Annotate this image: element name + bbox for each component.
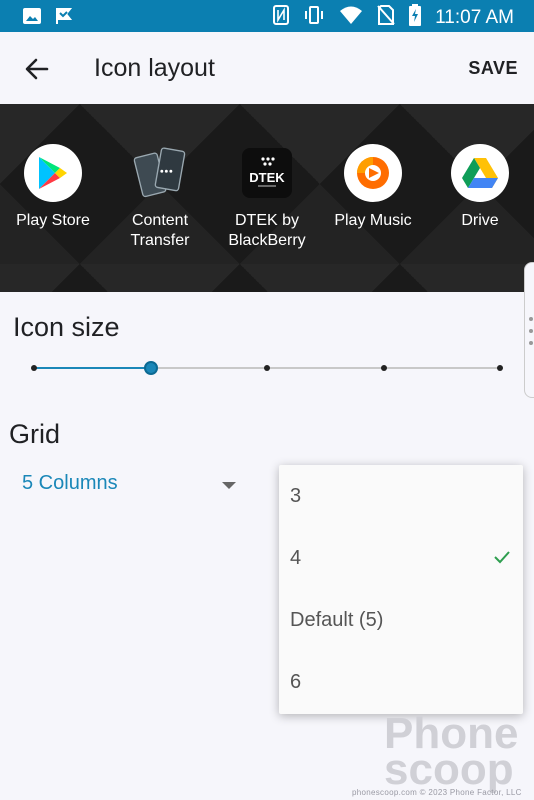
app-drive: Drive bbox=[425, 144, 534, 231]
grid-option-label: Default (5) bbox=[290, 608, 384, 631]
app-label: Content Transfer bbox=[130, 212, 190, 249]
arrow-back-icon bbox=[25, 58, 49, 80]
icon-preview: Play Store Content Transfer DTEK DTEK by… bbox=[0, 104, 534, 292]
wifi-icon bbox=[339, 5, 363, 30]
grid-selected-value: 5 Columns bbox=[22, 472, 118, 494]
grid-option-label: 3 bbox=[290, 484, 302, 507]
slider-step-tick[interactable] bbox=[31, 365, 37, 371]
grid-option-6[interactable]: 6 bbox=[279, 651, 523, 713]
back-button[interactable] bbox=[22, 54, 52, 84]
app-content-transfer: Content Transfer bbox=[105, 144, 215, 251]
watermark-footer: phonescoop.com © 2023 Phone Factor, LLC bbox=[352, 788, 522, 797]
app-label: DTEK by BlackBerry bbox=[228, 212, 306, 249]
status-bar: 11:07 AM bbox=[0, 0, 534, 32]
check-icon bbox=[494, 551, 510, 564]
watermark-copyright: © 2023 Phone Factor, LLC bbox=[419, 788, 522, 797]
battery-charging-icon bbox=[409, 4, 422, 31]
nfc-icon bbox=[273, 5, 290, 30]
image-icon bbox=[22, 6, 42, 31]
grid-option-label: 4 bbox=[290, 546, 302, 569]
play-music-icon bbox=[344, 144, 402, 202]
slider-step-tick[interactable] bbox=[497, 365, 503, 371]
slider-thumb[interactable] bbox=[143, 361, 158, 375]
dtek-icon: DTEK bbox=[242, 148, 292, 198]
no-sim-icon bbox=[377, 5, 395, 30]
slider-step-tick[interactable] bbox=[264, 365, 270, 371]
phonescoop-watermark: Phone scoop bbox=[384, 712, 518, 794]
grid-label: Grid bbox=[9, 419, 61, 449]
icon-size-label: Icon size bbox=[13, 312, 120, 342]
handle-dot bbox=[529, 341, 533, 345]
app-play-store: Play Store bbox=[0, 144, 108, 231]
grid-columns-dropdown[interactable]: 5 Columns bbox=[22, 472, 242, 500]
handle-dot bbox=[529, 317, 533, 321]
grid-option-label: 6 bbox=[290, 670, 302, 693]
app-label: Drive bbox=[461, 212, 499, 229]
status-time: 11:07 AM bbox=[435, 6, 514, 28]
slider-track-fill bbox=[34, 367, 151, 369]
play-store-icon bbox=[24, 144, 82, 202]
app-dtek: DTEK DTEK by BlackBerry bbox=[212, 144, 322, 251]
svg-text:DTEK: DTEK bbox=[249, 170, 285, 185]
handle-dot bbox=[529, 329, 533, 333]
app-bar: Icon layout SAVE bbox=[0, 32, 534, 104]
grid-option-3[interactable]: 3 bbox=[279, 465, 523, 527]
app-label: Play Store bbox=[16, 212, 90, 229]
vibrate-icon bbox=[303, 5, 325, 30]
dropdown-caret-icon bbox=[222, 482, 236, 489]
edge-panel-handle[interactable] bbox=[524, 262, 534, 398]
grid-options-menu: 3 4 Default (5) 6 bbox=[279, 465, 523, 714]
page-title: Icon layout bbox=[94, 54, 215, 82]
content-transfer-icon bbox=[131, 144, 189, 202]
grid-option-default[interactable]: Default (5) bbox=[279, 589, 523, 651]
flag-notification-icon bbox=[54, 6, 74, 31]
icon-size-slider[interactable] bbox=[31, 358, 503, 378]
watermark-line2: scoop bbox=[384, 745, 514, 794]
app-play-music: Play Music bbox=[318, 144, 428, 231]
slider-step-tick[interactable] bbox=[380, 365, 387, 371]
watermark-site: phonescoop.com bbox=[352, 788, 418, 797]
app-label: Play Music bbox=[334, 212, 412, 229]
save-button[interactable]: SAVE bbox=[468, 58, 518, 79]
grid-option-4[interactable]: 4 bbox=[279, 527, 523, 589]
drive-icon bbox=[451, 144, 509, 202]
